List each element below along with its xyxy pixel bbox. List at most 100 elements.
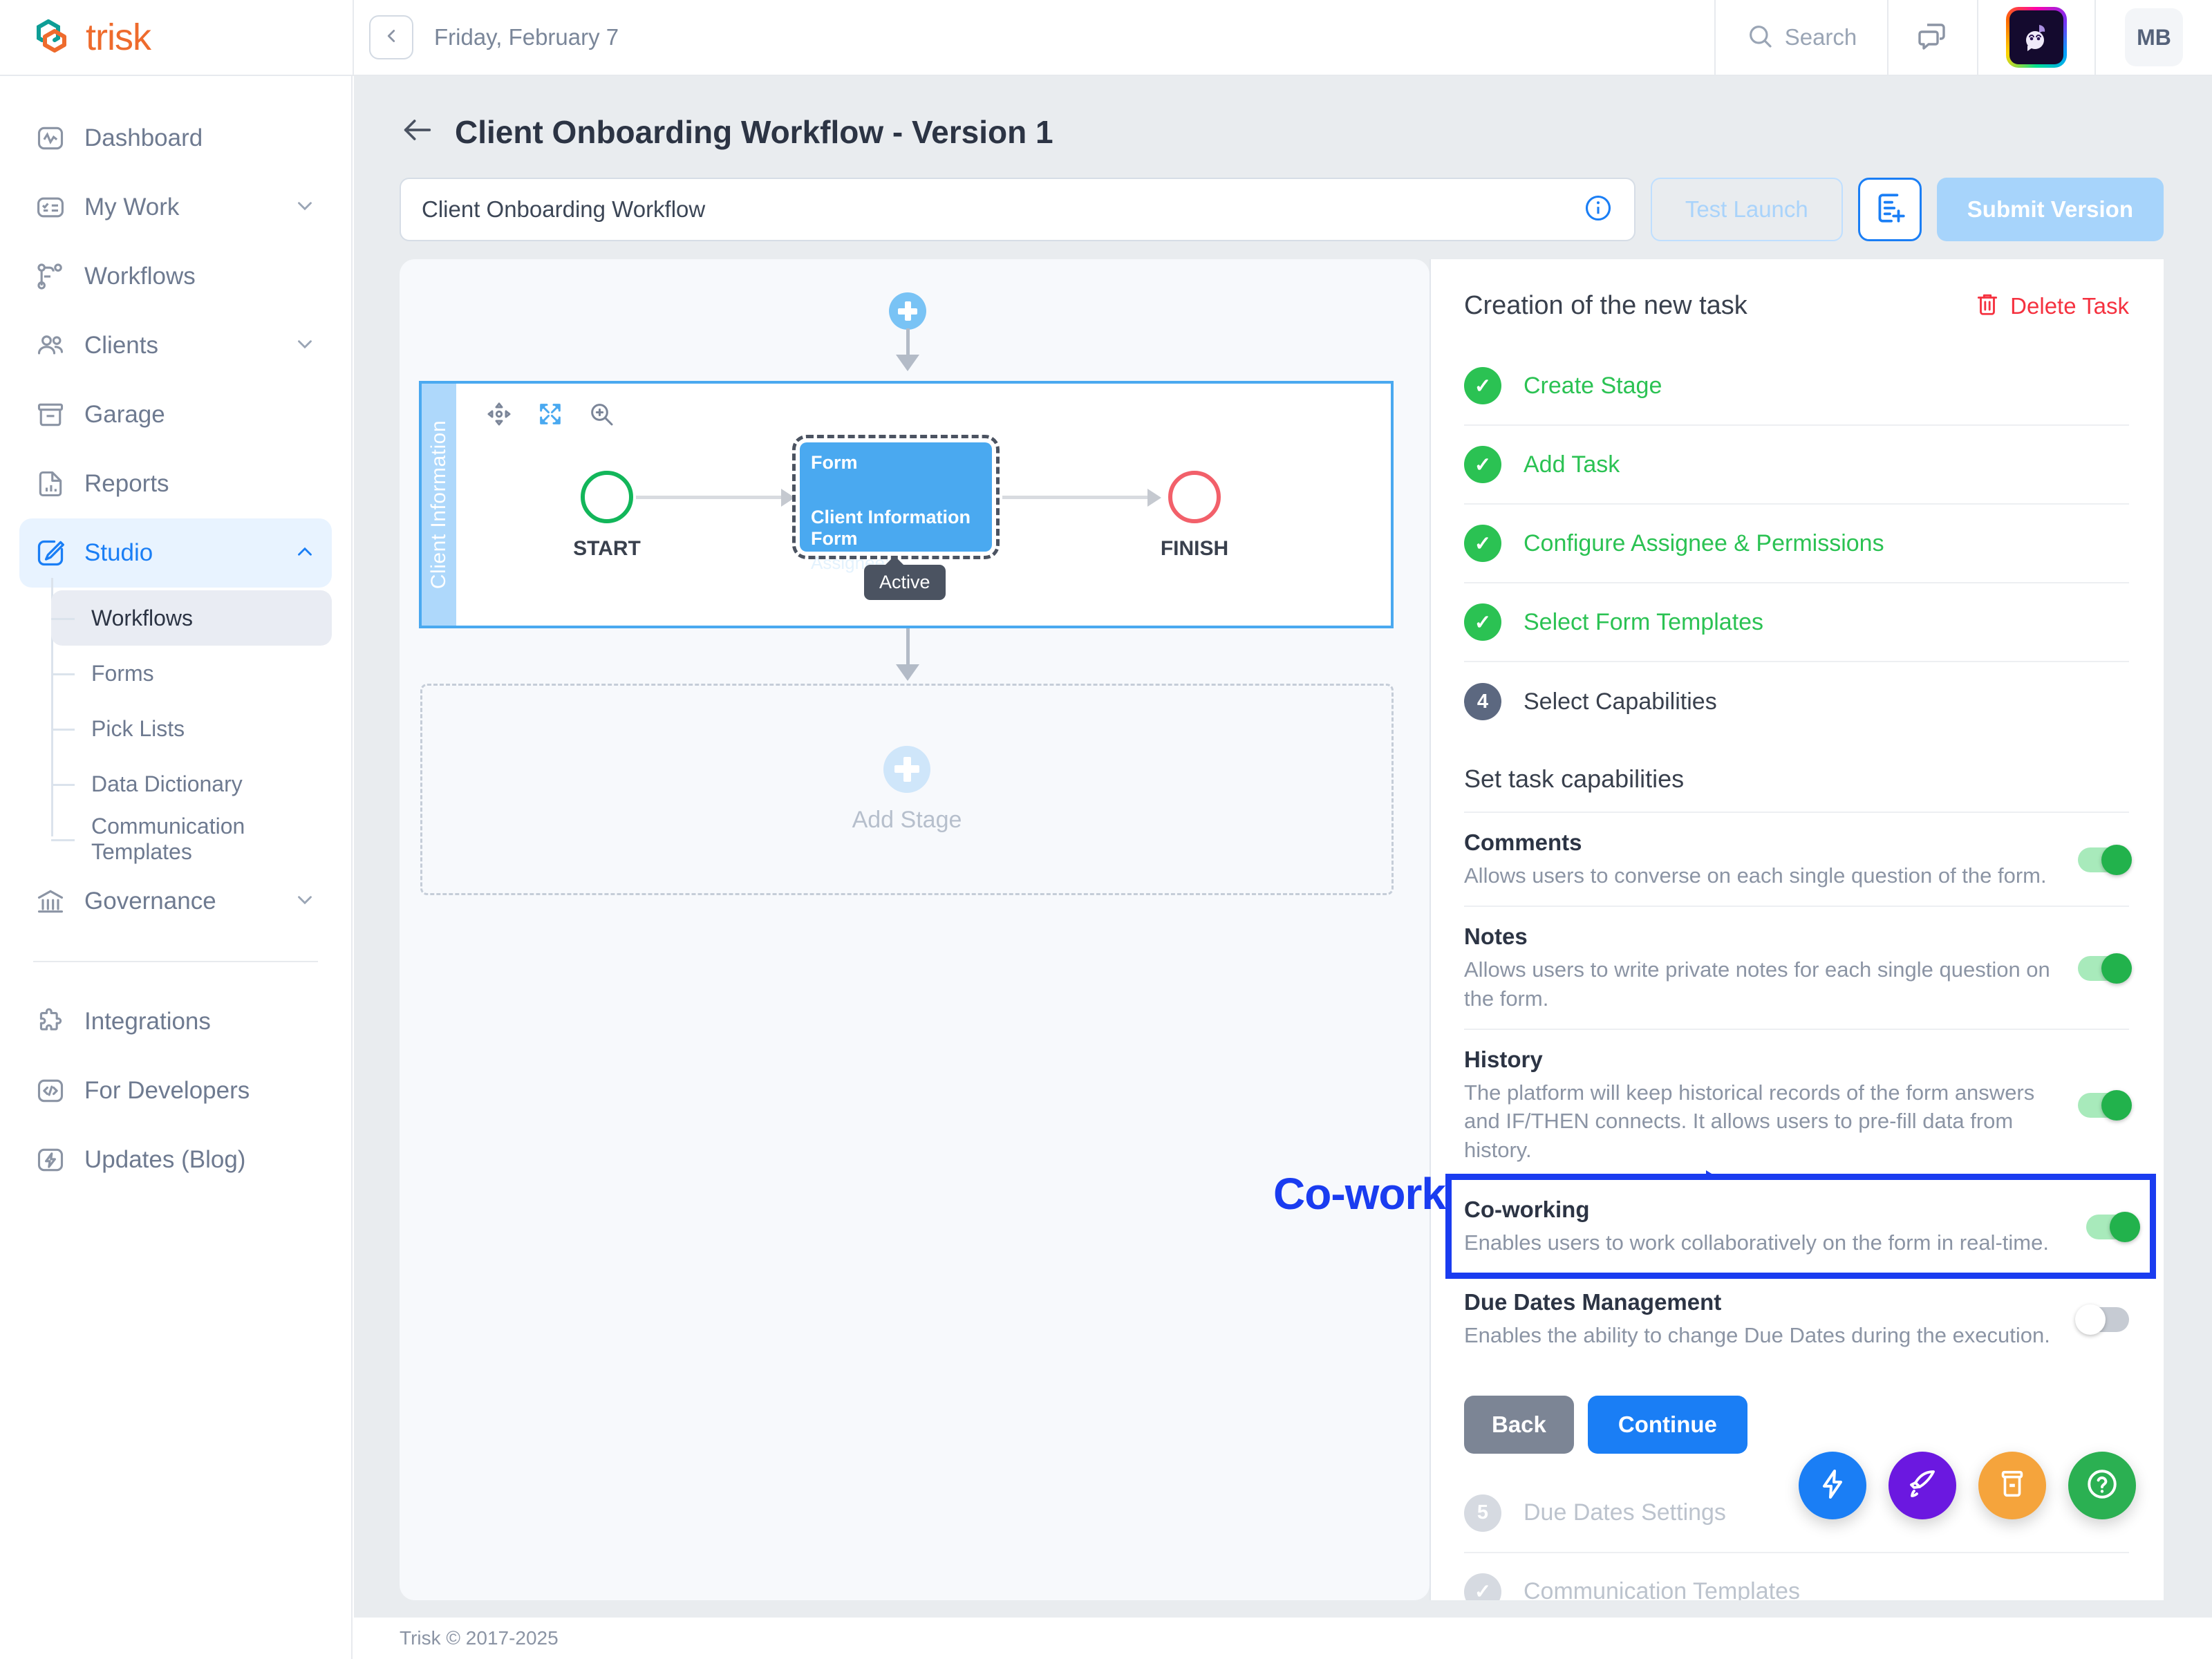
test-launch-button[interactable]: Test Launch — [1650, 178, 1843, 241]
sidebar-item-dashboard[interactable]: Dashboard — [19, 104, 332, 173]
garage-icon — [35, 399, 66, 431]
task-creation-panel: Creation of the new task Delete Task ✓ C… — [1430, 259, 2164, 1600]
capability-toggle-history[interactable] — [2078, 1090, 2132, 1121]
step-add-task[interactable]: ✓ Add Task — [1464, 426, 2129, 505]
workflow-toolbar: Client Onboarding Workflow Test Launch S… — [354, 151, 2212, 241]
clients-icon — [35, 330, 66, 362]
capability-text: History The platform will keep historica… — [1464, 1047, 2078, 1165]
delete-task-button[interactable]: Delete Task — [1974, 291, 2129, 321]
step-create-stage[interactable]: ✓ Create Stage — [1464, 347, 2129, 426]
info-circle-icon[interactable] — [1583, 193, 1613, 227]
launch-fab[interactable] — [1888, 1452, 1956, 1519]
workflow-canvas[interactable]: Client Information START Form Client Inf… — [400, 259, 1430, 1600]
step-badge: ✓ — [1464, 367, 1501, 404]
floating-action-buttons — [1799, 1452, 2136, 1519]
continue-button[interactable]: Continue — [1587, 1395, 1747, 1454]
submenu-item-workflows[interactable]: Workflows — [51, 590, 332, 646]
search-button[interactable]: Search — [1714, 0, 1887, 75]
divider — [353, 0, 354, 75]
submenu-item-pick-lists[interactable]: Pick Lists — [51, 701, 332, 756]
capability-toggle-due-dates-management[interactable] — [2075, 1304, 2129, 1335]
task-node-client-information-form[interactable]: Form Client Information Form Assignee: C… — [792, 435, 1000, 573]
step-badge: ✓ — [1464, 525, 1501, 562]
chat-button[interactable] — [1887, 0, 1977, 75]
user-menu-button[interactable]: MB — [2094, 0, 2212, 75]
capability-name: Notes — [1464, 923, 1528, 949]
add-stage-dropzone[interactable]: Add Stage — [420, 684, 1394, 895]
stage-client-information[interactable]: Client Information START Form Client Inf… — [419, 381, 1394, 628]
capability-row-notes: Notes Allows users to write private note… — [1464, 905, 2132, 1029]
zoom-in-icon[interactable] — [588, 400, 615, 431]
sidebar-item-updates-blog[interactable]: Updates (Blog) — [19, 1125, 332, 1194]
start-node[interactable] — [581, 471, 633, 523]
submenu-item-label: Forms — [91, 660, 154, 686]
sidebar-item-for-developers[interactable]: For Developers — [19, 1056, 332, 1125]
fit-screen-icon[interactable] — [536, 400, 564, 431]
move-icon[interactable] — [485, 400, 513, 431]
delete-task-label: Delete Task — [2010, 292, 2129, 319]
step-label: Add Task — [1524, 451, 1620, 478]
back-button[interactable]: Back — [1464, 1395, 1574, 1454]
automation-fab[interactable] — [1799, 1452, 1866, 1519]
arrow-left-icon[interactable] — [400, 112, 435, 151]
step-select-capabilities[interactable]: 4 Select Capabilities — [1464, 662, 2129, 741]
capability-toggle-comments[interactable] — [2078, 844, 2132, 875]
help-fab[interactable] — [2068, 1452, 2136, 1519]
sidebar-item-label: For Developers — [84, 1077, 250, 1104]
new-version-button[interactable] — [1857, 178, 1922, 241]
sidebar-item-integrations[interactable]: Integrations — [19, 987, 332, 1056]
trash-icon — [1974, 291, 2000, 321]
sidebar-item-workflows[interactable]: Workflows — [19, 242, 332, 311]
sidebar-item-garage[interactable]: Garage — [19, 380, 332, 449]
finish-node-label: FINISH — [1160, 537, 1229, 560]
sidebar-collapse-button[interactable] — [369, 15, 413, 59]
capability-description: The platform will keep historical record… — [1464, 1080, 2035, 1163]
submenu-item-forms[interactable]: Forms — [51, 646, 332, 701]
submenu-item-data-dictionary[interactable]: Data Dictionary — [51, 756, 332, 812]
capability-text: Co-working Enables users to work collabo… — [1464, 1197, 2086, 1257]
capability-toggle-co-working[interactable] — [2086, 1211, 2140, 1242]
step-badge: ✓ — [1464, 603, 1501, 641]
sidebar-item-label: Updates (Blog) — [84, 1146, 246, 1173]
sidebar-divider — [33, 961, 318, 962]
step-badge: ✓ — [1464, 1573, 1501, 1600]
sidebar-item-reports[interactable]: Reports — [19, 449, 332, 518]
submit-version-button[interactable]: Submit Version — [1936, 178, 2164, 241]
step-configure-assignee-permissions[interactable]: ✓ Configure Assignee & Permissions — [1464, 505, 2129, 583]
step-badge: ✓ — [1464, 446, 1501, 483]
task-node-type: Form — [811, 452, 858, 473]
step-label: Configure Assignee & Permissions — [1524, 529, 1884, 556]
workflow-name-input[interactable]: Client Onboarding Workflow — [400, 178, 1635, 241]
capability-name: Due Dates Management — [1464, 1288, 1722, 1315]
step-select-form-templates[interactable]: ✓ Select Form Templates — [1464, 583, 2129, 662]
sidebar-item-clients[interactable]: Clients — [19, 311, 332, 380]
current-date: Friday, February 7 — [434, 24, 619, 50]
add-stage-label: Add Stage — [852, 806, 962, 833]
sidebar-item-label: Clients — [84, 332, 158, 359]
add-stage-above-button[interactable] — [889, 292, 926, 330]
capability-row-co-working: Co-working Enables users to work collabo… — [1445, 1174, 2156, 1279]
connector-arrow — [1147, 489, 1161, 507]
capability-toggle-notes[interactable] — [2078, 953, 2132, 984]
garage-fab[interactable] — [1978, 1452, 2046, 1519]
avatar: MB — [2125, 8, 2183, 66]
search-icon — [1746, 22, 1774, 53]
governance-icon — [35, 885, 66, 917]
sidebar-item-my-work[interactable]: My Work — [19, 173, 332, 242]
integrations-icon — [35, 1006, 66, 1038]
sidebar-item-governance[interactable]: Governance — [19, 867, 332, 936]
capability-name: Co-working — [1464, 1197, 1590, 1223]
ai-assistant-button[interactable] — [1977, 0, 2094, 75]
finish-node[interactable] — [1168, 471, 1221, 523]
app-logo[interactable]: trisk — [0, 0, 353, 75]
capabilities-section-title: Set task capabilities — [1464, 765, 1685, 793]
task-node-name: Client Information Form — [811, 507, 971, 549]
sidebar-item-label: My Work — [84, 194, 180, 221]
studio-icon — [35, 537, 66, 569]
sidebar-item-studio[interactable]: Studio — [19, 518, 332, 588]
capability-row-due-dates-management: Due Dates Management Enables the ability… — [1464, 1273, 2129, 1365]
chevron-down-icon — [293, 194, 317, 221]
connector-arrow — [896, 355, 919, 371]
step-communication-templates[interactable]: ✓ Communication Templates — [1464, 1553, 2129, 1600]
submenu-item-communication-templates[interactable]: Communication Templates — [51, 812, 332, 867]
